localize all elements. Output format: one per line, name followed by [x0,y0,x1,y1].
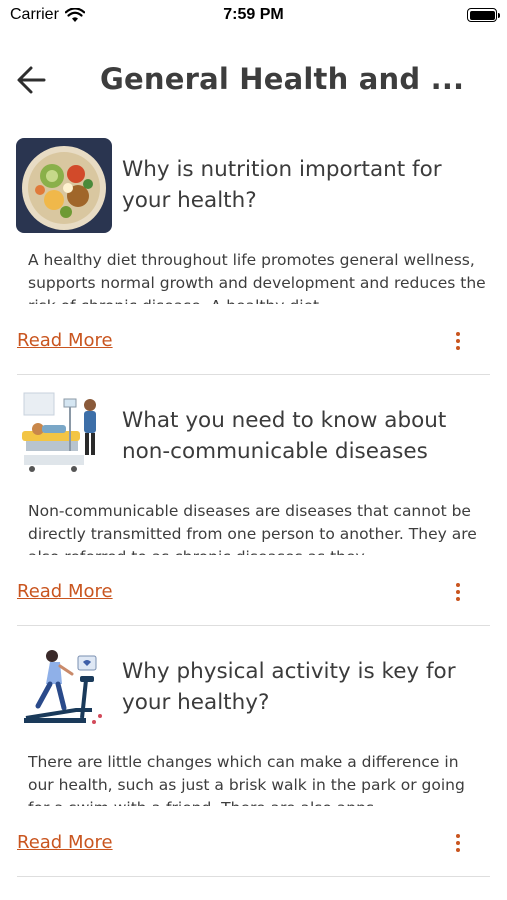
arrow-left-icon [17,66,46,94]
read-more-link[interactable]: Read More [17,832,113,853]
article-thumbnail [16,389,112,484]
more-options-button[interactable] [450,332,466,352]
article-thumbnail [16,138,112,233]
article-body: There are little changes which can make … [28,753,465,806]
article-body: Non-communicable diseases are diseases t… [28,502,477,555]
header: General Health and ... [0,50,507,110]
divider [17,374,490,375]
status-time: 7:59 PM [223,6,284,23]
article-body: A healthy diet throughout life promotes … [28,251,486,304]
battery-icon [467,8,500,22]
article-title[interactable]: What you need to know about non-communic… [122,405,492,467]
read-more-link[interactable]: Read More [17,330,113,351]
divider [17,876,490,877]
divider [17,625,490,626]
more-options-button[interactable] [450,834,466,854]
article-title[interactable]: Why is nutrition important for your heal… [122,154,492,216]
status-bar: Carrier 7:59 PM [0,0,507,32]
back-button[interactable] [14,62,50,98]
read-more-link[interactable]: Read More [17,581,113,602]
page-title: General Health and ... [100,62,465,96]
more-vertical-icon [450,834,466,852]
more-options-button[interactable] [450,583,466,603]
article-thumbnail [16,640,112,735]
more-vertical-icon [450,332,466,350]
article-title[interactable]: Why physical activity is key for your he… [122,656,492,718]
more-vertical-icon [450,583,466,601]
